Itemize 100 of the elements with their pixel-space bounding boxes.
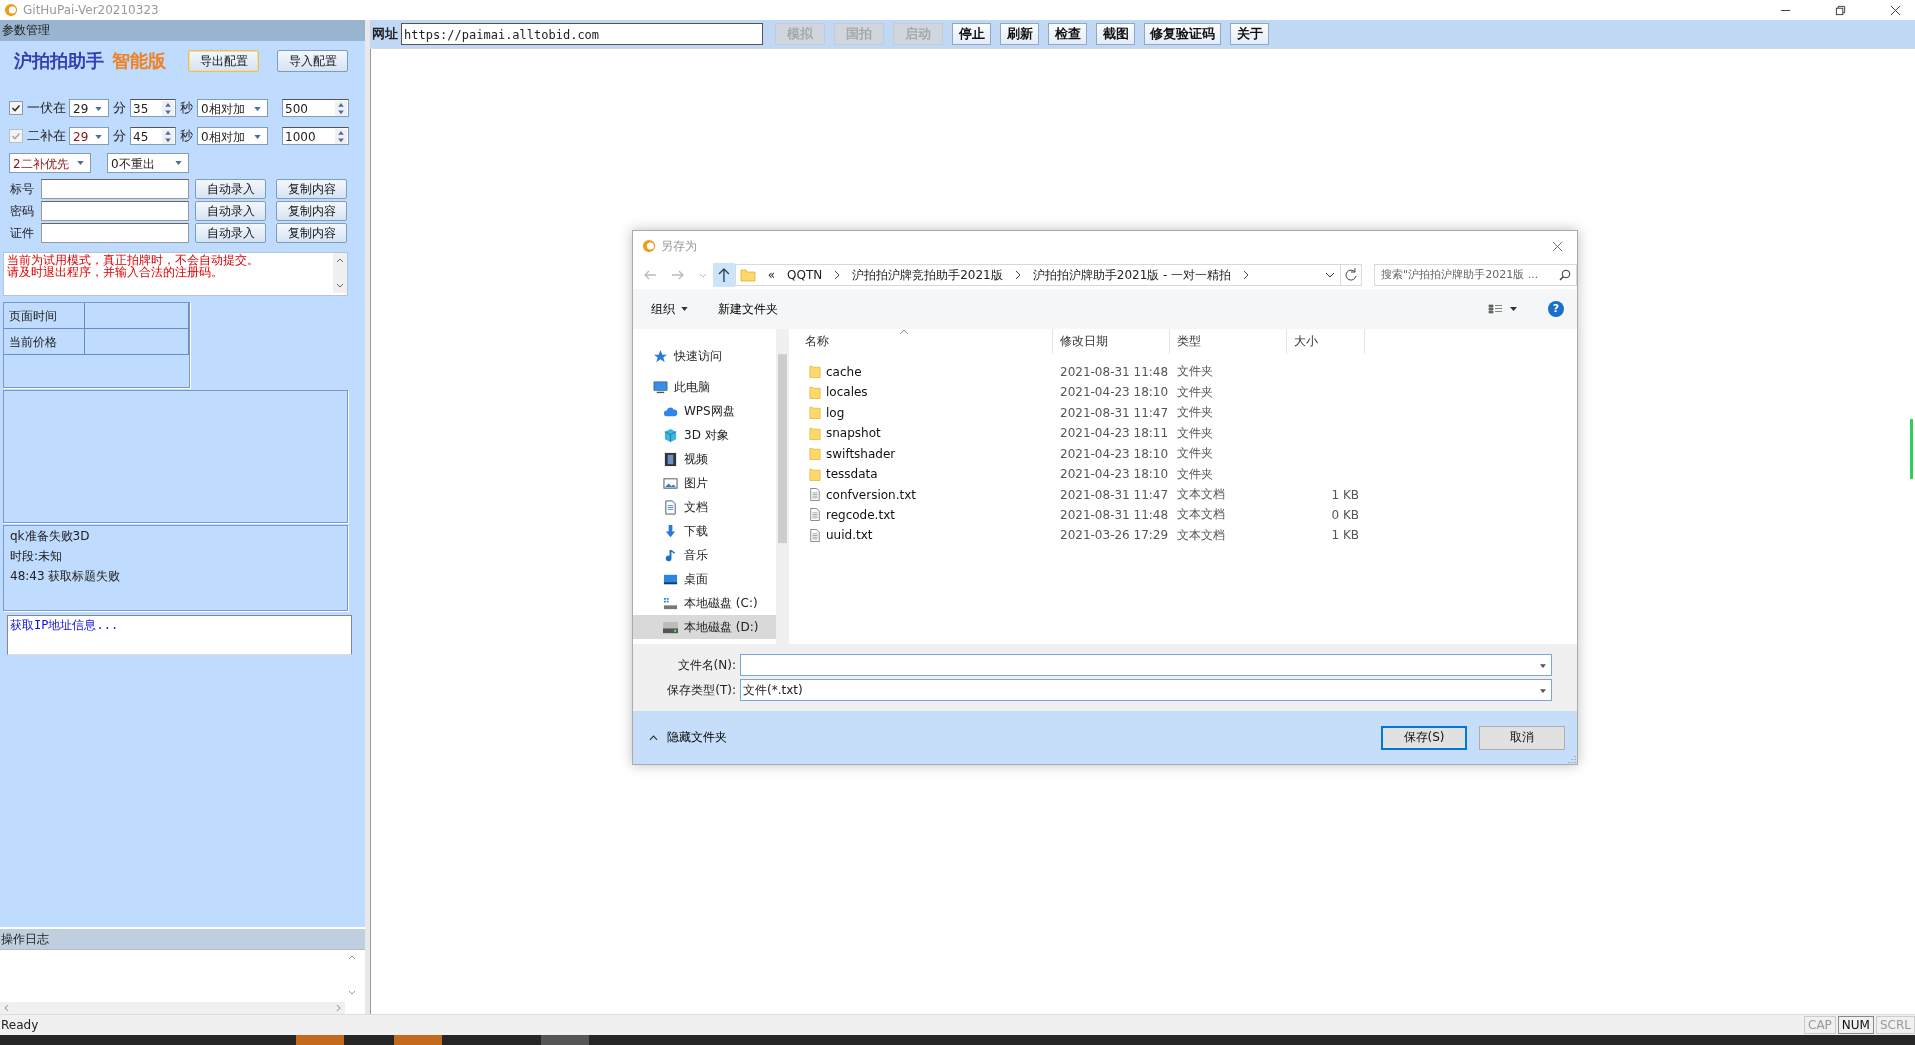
nav-item[interactable]: 视频	[633, 447, 776, 471]
picture-icon	[663, 475, 678, 491]
copy-button[interactable]: 复制内容	[276, 201, 347, 221]
hide-folders-button[interactable]: 隐藏文件夹	[643, 728, 733, 747]
text-file-icon	[809, 527, 821, 543]
option-dropdown[interactable]: 2二补优先	[9, 153, 91, 173]
scrollbar[interactable]	[333, 253, 347, 293]
nav-item[interactable]: 桌面	[633, 567, 776, 591]
close-button[interactable]	[1890, 4, 1901, 16]
auto-fill-button[interactable]: 自动录入	[195, 223, 266, 243]
search-icon	[1559, 269, 1571, 281]
chevron-icon[interactable]	[1243, 270, 1250, 280]
column-header[interactable]: 大小	[1287, 329, 1365, 354]
nav-item[interactable]: 此电脑	[633, 375, 776, 399]
file-name[interactable]: log	[826, 405, 845, 420]
edition-label: 智能版	[112, 49, 166, 73]
toolbar-button[interactable]: 检查	[1048, 23, 1087, 45]
refresh-button[interactable]	[1340, 264, 1363, 286]
organize-button[interactable]: 组织	[643, 297, 696, 321]
row-label: 一伏在	[27, 99, 66, 117]
spin-arrows-icon	[162, 129, 174, 144]
file-size: 1 KB	[1331, 487, 1359, 502]
new-folder-button[interactable]: 新建文件夹	[710, 297, 786, 321]
auto-fill-button[interactable]: 自动录入	[195, 179, 266, 199]
app-logo-icon	[642, 239, 656, 253]
nav-item[interactable]: 本地磁盘 (D:)	[633, 615, 776, 639]
nav-item[interactable]: 文档	[633, 495, 776, 519]
config-button[interactable]: 导入配置	[277, 50, 348, 72]
text-file-icon	[809, 487, 821, 502]
file-type-dropdown[interactable]: 文件(*.txt)	[740, 679, 1552, 701]
chevron-icon	[649, 734, 658, 741]
auto-fill-button[interactable]: 自动录入	[195, 201, 266, 221]
caret-icon	[175, 161, 182, 165]
toolbar-button[interactable]: 刷新	[1000, 23, 1039, 45]
breadcrumb[interactable]: QQTN	[787, 268, 823, 282]
dialog-button[interactable]: 保存(S)	[1381, 725, 1467, 750]
status-line: qk准备失败3D	[10, 529, 91, 544]
text-field[interactable]	[41, 201, 189, 221]
toolbar-button[interactable]: 修复验证码	[1144, 23, 1221, 45]
nav-item[interactable]: 下载	[633, 519, 776, 543]
up-button[interactable]	[712, 263, 735, 287]
search-field[interactable]: 搜索"沪拍拍沪牌助手2021版 ...	[1374, 264, 1577, 286]
folder-icon	[739, 268, 756, 282]
file-type: 文本文档	[1177, 526, 1225, 544]
number-field[interactable]: 35	[130, 99, 176, 117]
caret-icon[interactable]	[1325, 272, 1336, 278]
nav-item[interactable]: 音乐	[633, 543, 776, 567]
field-label: 标号	[10, 180, 35, 198]
filename-field[interactable]	[740, 654, 1552, 676]
file-name[interactable]: uuid.txt	[826, 528, 873, 543]
caret-icon	[254, 107, 261, 111]
nav-item[interactable]: WPS网盘	[633, 399, 776, 423]
config-button[interactable]: 导出配置	[188, 50, 259, 72]
breadcrumb[interactable]: 沪拍拍沪牌竞拍助手2021版	[852, 266, 1003, 284]
field-label: 保存类型(T):	[666, 681, 737, 699]
copy-button[interactable]: 复制内容	[276, 223, 347, 243]
dialog-button[interactable]: 取消	[1479, 725, 1565, 750]
file-name[interactable]: regcode.txt	[826, 508, 895, 522]
file-date: 2021-08-31 11:47	[1060, 405, 1169, 420]
file-name[interactable]: snapshot	[826, 426, 881, 441]
toolbar-button[interactable]: 停止	[952, 23, 991, 45]
toolbar-button[interactable]: 关于	[1230, 23, 1269, 45]
nav-item[interactable]: 快速访问	[633, 344, 776, 368]
restore-button[interactable]	[1835, 4, 1846, 16]
column-header[interactable]: 名称	[789, 329, 1053, 354]
file-name[interactable]: confversion.txt	[826, 487, 917, 502]
minute-dropdown[interactable]: 29	[69, 99, 109, 117]
file-type: 文本文档	[1177, 486, 1225, 503]
breadcrumb[interactable]: 沪拍拍沪牌助手2021版 - 一对一精拍	[1032, 266, 1232, 284]
file-name[interactable]: tessdata	[826, 467, 878, 481]
text-field[interactable]	[41, 179, 189, 199]
mode-dropdown[interactable]: 0相对加	[197, 99, 268, 117]
copy-button[interactable]: 复制内容	[276, 179, 347, 199]
help-button[interactable]: ?	[1548, 301, 1564, 317]
toolbar-button[interactable]: 截图	[1096, 23, 1135, 45]
address-bar[interactable]: « QQTN 沪拍拍沪牌竞拍助手2021版 沪拍拍沪牌助手2021版 - 一对一精拍	[734, 264, 1342, 286]
path-overflow[interactable]: «	[767, 268, 775, 282]
nav-item[interactable]: 3D 对象	[633, 423, 776, 447]
scrollbar[interactable]	[0, 1002, 345, 1014]
text-field[interactable]	[41, 223, 189, 243]
folder-icon	[809, 425, 821, 441]
checkbox[interactable]	[9, 101, 23, 115]
nav-item[interactable]: 本地磁盘 (C:)	[633, 591, 776, 615]
view-options-icon[interactable]	[1488, 304, 1520, 314]
chevron-icon[interactable]	[834, 270, 841, 280]
option-dropdown[interactable]: 0不重出	[107, 153, 189, 173]
column-header[interactable]: 修改日期	[1053, 329, 1170, 354]
scrollbar[interactable]	[776, 329, 789, 644]
chevron-icon[interactable]	[1014, 270, 1021, 280]
nav-item[interactable]: 图片	[633, 471, 776, 495]
file-name[interactable]: cache	[826, 364, 862, 379]
folder-icon	[809, 364, 821, 380]
url-field[interactable]: https://paimai.alltobid.com	[401, 23, 763, 45]
file-name[interactable]: swiftshader	[826, 446, 896, 461]
column-header[interactable]: 类型	[1170, 329, 1287, 354]
file-name[interactable]: locales	[826, 385, 868, 400]
number-field[interactable]: 500	[282, 99, 349, 117]
resize-grip-icon[interactable]	[1566, 753, 1576, 763]
ip-info-text: 获取IP地址信息...	[10, 618, 119, 632]
close-button[interactable]	[1552, 240, 1563, 252]
